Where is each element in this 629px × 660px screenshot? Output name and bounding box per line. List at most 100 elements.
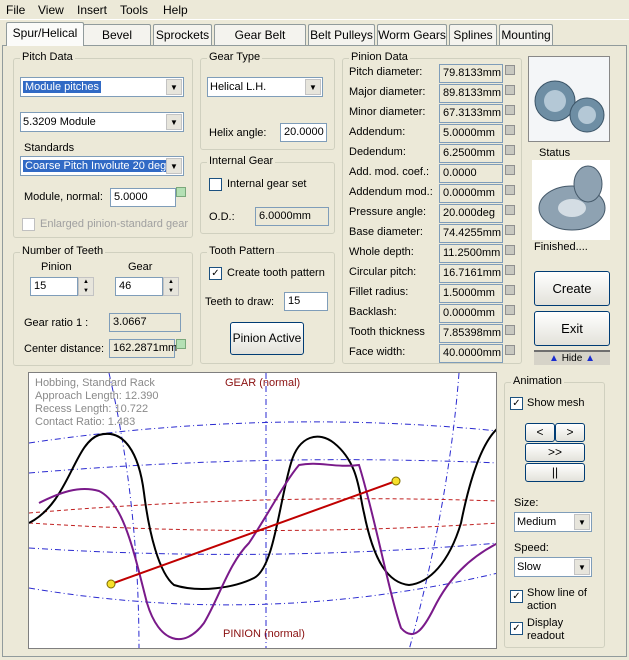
create-button[interactable]: Create bbox=[534, 271, 610, 306]
teeth-to-draw-label: Teeth to draw: bbox=[205, 296, 275, 308]
menu-tools[interactable]: Tools bbox=[120, 3, 148, 17]
spin-up-icon[interactable]: ▲ bbox=[164, 278, 178, 287]
step-forward-button[interactable]: > bbox=[555, 423, 585, 442]
chevron-down-icon[interactable]: ▼ bbox=[574, 559, 590, 575]
internal-gear-title: Internal Gear bbox=[207, 155, 276, 167]
tab-splines[interactable]: Splines bbox=[449, 24, 497, 45]
module-normal-label: Module, normal: bbox=[24, 191, 103, 203]
module-normal-input[interactable]: 5.0000 bbox=[110, 188, 176, 207]
pinion-row-label: Backlash: bbox=[349, 306, 397, 318]
pinion-row-label: Face width: bbox=[349, 346, 406, 358]
pinion-row-value: 74.4255mm bbox=[439, 224, 503, 243]
speed-select[interactable]: Slow ▼ bbox=[514, 557, 592, 577]
mesh-canvas[interactable]: Hobbing, Standard Rack Approach Length: … bbox=[28, 372, 497, 649]
exit-button[interactable]: Exit bbox=[534, 311, 610, 346]
pinion-base-circle bbox=[29, 542, 496, 555]
spin-down-icon[interactable]: ▼ bbox=[79, 287, 93, 296]
pinion-row-label: Addendum mod.: bbox=[349, 186, 433, 198]
size-select[interactable]: Medium ▼ bbox=[514, 512, 592, 532]
lock-indicator-icon[interactable] bbox=[505, 85, 515, 95]
gear-normal-label: GEAR (normal) bbox=[225, 377, 301, 389]
animation-title: Animation bbox=[511, 375, 564, 387]
lock-indicator-icon[interactable] bbox=[505, 245, 515, 255]
module-select[interactable]: 5.3209 Module ▼ bbox=[20, 112, 184, 132]
lock-indicator-icon[interactable] bbox=[505, 265, 515, 275]
tab-bevel-gears[interactable]: Bevel Gears bbox=[83, 24, 151, 62]
lock-indicator-icon[interactable] bbox=[505, 65, 515, 75]
spin-indicator-icon[interactable] bbox=[176, 339, 186, 349]
step-back-button[interactable]: < bbox=[525, 423, 555, 442]
hide-label: Hide bbox=[561, 353, 583, 364]
size-value: Medium bbox=[517, 516, 557, 528]
show-mesh-checkbox[interactable]: ✓ bbox=[510, 397, 523, 410]
chevron-down-icon[interactable]: ▼ bbox=[305, 79, 321, 95]
tab-spur-helical[interactable]: Spur/Helical bbox=[6, 22, 84, 46]
readout-line-1: Hobbing, Standard Rack bbox=[35, 377, 155, 389]
gear-type-group: Gear Type Helical L.H. ▼ Helix angle: 20.… bbox=[200, 51, 335, 150]
teeth-to-draw-input[interactable]: 15 bbox=[284, 292, 328, 311]
chevron-down-icon[interactable]: ▼ bbox=[574, 514, 590, 530]
play-button[interactable]: >> bbox=[525, 443, 585, 462]
chevron-down-icon[interactable]: ▼ bbox=[166, 114, 182, 130]
pinion-row-value: 79.8133mm bbox=[439, 64, 503, 83]
internal-gear-checkbox[interactable] bbox=[209, 178, 222, 191]
line-of-action-checkbox[interactable]: ✓ bbox=[510, 590, 523, 603]
tab-belt-pulleys[interactable]: Belt Pulleys bbox=[308, 24, 375, 45]
lock-indicator-icon[interactable] bbox=[505, 325, 515, 335]
pinion-active-button[interactable]: Pinion Active bbox=[230, 322, 304, 355]
gear-type-select[interactable]: Helical L.H. ▼ bbox=[207, 77, 323, 97]
create-tooth-pattern-checkbox[interactable]: ✓ bbox=[209, 267, 222, 280]
pause-button[interactable]: || bbox=[525, 463, 585, 482]
display-readout-checkbox[interactable]: ✓ bbox=[510, 622, 523, 635]
helix-angle-label: Helix angle: bbox=[209, 127, 267, 139]
pinion-spinner[interactable]: ▲ ▼ bbox=[78, 277, 94, 296]
lock-indicator-icon[interactable] bbox=[505, 225, 515, 235]
center-distance-value: 162.2871mm bbox=[109, 339, 177, 358]
hide-toggle[interactable]: ▲ Hide ▲ bbox=[534, 350, 610, 365]
readout-line-4: Contact Ratio: 1.483 bbox=[35, 416, 136, 428]
spin-up-icon[interactable]: ▲ bbox=[79, 278, 93, 287]
pinion-row-value: 16.7161mm bbox=[439, 264, 503, 283]
tab-gear-belt-pulleys[interactable]: Gear Belt Pulleys bbox=[214, 24, 306, 62]
helical-gear-icon bbox=[529, 57, 609, 141]
tab-sprockets[interactable]: Sprockets bbox=[153, 24, 212, 45]
pitch-type-select[interactable]: Module pitches ▼ bbox=[20, 77, 184, 97]
standard-select[interactable]: Coarse Pitch Involute 20 deg ▼ bbox=[20, 156, 184, 176]
lock-indicator-icon[interactable] bbox=[505, 285, 515, 295]
lock-indicator-icon[interactable] bbox=[505, 165, 515, 175]
chevron-down-icon[interactable]: ▼ bbox=[166, 158, 182, 174]
readout-panel: Hobbing, Standard Rack Approach Length: … bbox=[35, 377, 159, 429]
spin-down-icon[interactable]: ▼ bbox=[164, 287, 178, 296]
gear-ratio-label: Gear ratio 1 : bbox=[24, 317, 89, 329]
pinion-row-label: Circular pitch: bbox=[349, 266, 417, 278]
animation-group: Animation ✓ Show mesh < > >> || Size: Me… bbox=[504, 375, 605, 648]
standards-label: Standards bbox=[24, 142, 75, 154]
lock-indicator-icon[interactable] bbox=[505, 105, 515, 115]
spin-indicator-icon[interactable] bbox=[176, 187, 186, 197]
line-of-action-label: Show line of action bbox=[527, 587, 587, 612]
pinion-data-title: Pinion Data bbox=[349, 51, 410, 63]
gear-spinner[interactable]: ▲ ▼ bbox=[163, 277, 179, 296]
od-input[interactable]: 6.0000mm bbox=[255, 207, 329, 226]
lock-indicator-icon[interactable] bbox=[505, 145, 515, 155]
gear-teeth-input[interactable]: 46 bbox=[115, 277, 163, 296]
menu-help[interactable]: Help bbox=[163, 3, 188, 17]
menu-insert[interactable]: Insert bbox=[77, 3, 107, 17]
pinion-teeth-input[interactable]: 15 bbox=[30, 277, 78, 296]
lock-indicator-icon[interactable] bbox=[505, 125, 515, 135]
lock-indicator-icon[interactable] bbox=[505, 345, 515, 355]
pinion-row-value: 7.85398mm bbox=[439, 324, 503, 343]
tab-worm-gears[interactable]: Worm Gears bbox=[377, 24, 447, 45]
gear-type-title: Gear Type bbox=[207, 51, 263, 63]
enlarged-checkbox[interactable] bbox=[22, 218, 35, 231]
lock-indicator-icon[interactable] bbox=[505, 205, 515, 215]
menu-view[interactable]: View bbox=[38, 3, 64, 17]
menu-file[interactable]: File bbox=[6, 3, 25, 17]
lock-indicator-icon[interactable] bbox=[505, 185, 515, 195]
chevron-down-icon[interactable]: ▼ bbox=[166, 79, 182, 95]
number-of-teeth-group: Number of Teeth Pinion Gear 15 ▲ ▼ 46 ▲ ▼ … bbox=[13, 245, 193, 366]
tab-mounting[interactable]: Mounting bbox=[499, 24, 553, 45]
lock-indicator-icon[interactable] bbox=[505, 305, 515, 315]
helix-angle-input[interactable]: 20.0000 bbox=[280, 123, 327, 142]
center-distance-label: Center distance: bbox=[24, 343, 105, 355]
